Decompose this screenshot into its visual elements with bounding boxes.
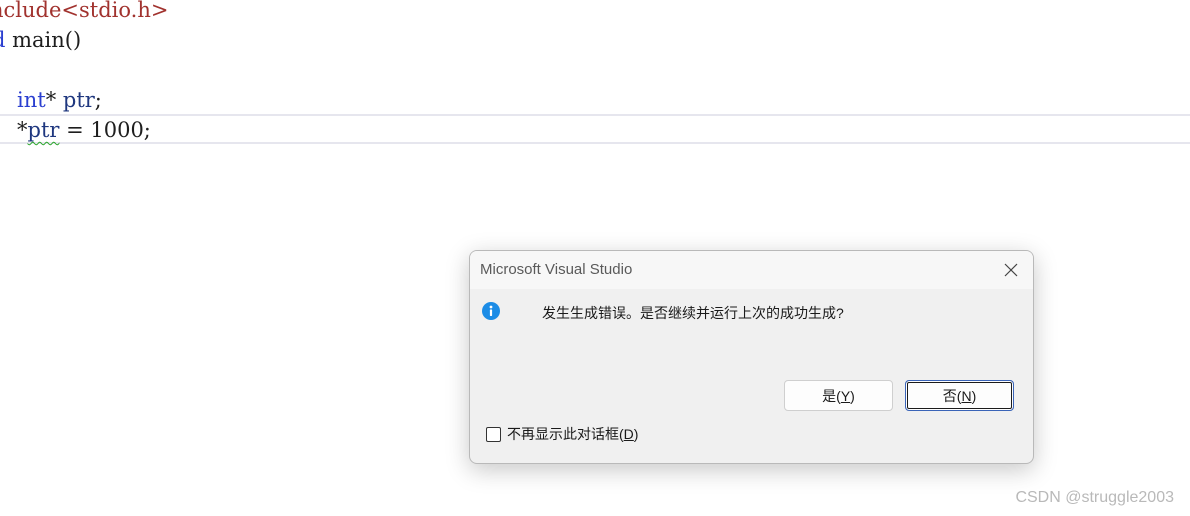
no-button-label-end: ) (971, 387, 977, 404)
ptr-identifier: ptr (62, 88, 95, 112)
current-line-highlight (0, 114, 1190, 144)
dont-show-again-option[interactable]: 不再显示此对话框(D) (486, 425, 638, 443)
assignment-expression: = 1000; (59, 118, 151, 142)
no-button-label: 否( (942, 387, 962, 404)
no-button[interactable]: 否(N) (905, 380, 1014, 411)
dont-show-again-text-end: ) (633, 426, 639, 442)
close-icon (1004, 263, 1018, 277)
ptr-identifier-warning[interactable]: ptr (28, 118, 60, 142)
include-directive: nclude (0, 0, 62, 22)
dialog-message: 发生生成错误。是否继续并运行上次的成功生成? (542, 305, 844, 321)
code-line-declaration: int* ptr; (17, 86, 102, 114)
semicolon: ; (94, 88, 102, 112)
dialog-title: Microsoft Visual Studio (480, 261, 633, 278)
watermark: CSDN @struggle2003 (1015, 489, 1174, 506)
main-signature: main() (5, 28, 82, 52)
dont-show-again-text: 不再显示此对话框( (507, 426, 624, 442)
yes-accelerator: Y (840, 387, 851, 404)
dont-show-again-label: 不再显示此对话框(D) (507, 424, 638, 444)
info-icon (482, 302, 500, 320)
pointer-star: * (45, 88, 63, 112)
dialog-titlebar[interactable]: Microsoft Visual Studio (470, 251, 1033, 289)
dont-show-again-accelerator: D (623, 426, 634, 442)
yes-button-label: 是( (822, 387, 841, 404)
dereference-star: * (17, 118, 28, 142)
close-button[interactable] (997, 257, 1025, 283)
code-line-include: nclude<stdio.h> (0, 0, 168, 24)
no-accelerator: N (961, 387, 972, 404)
include-header: <stdio.h> (61, 0, 169, 22)
message-dialog: Microsoft Visual Studio 发生生成错误。是否继续并运行上次… (469, 250, 1034, 464)
yes-button[interactable]: 是(Y) (784, 380, 893, 411)
yes-button-label-end: ) (850, 387, 855, 404)
int-keyword: int (17, 88, 46, 112)
code-line-main: d main() (0, 26, 81, 54)
code-line-assignment: *ptr = 1000; (17, 116, 151, 144)
dont-show-again-checkbox[interactable] (486, 426, 501, 442)
